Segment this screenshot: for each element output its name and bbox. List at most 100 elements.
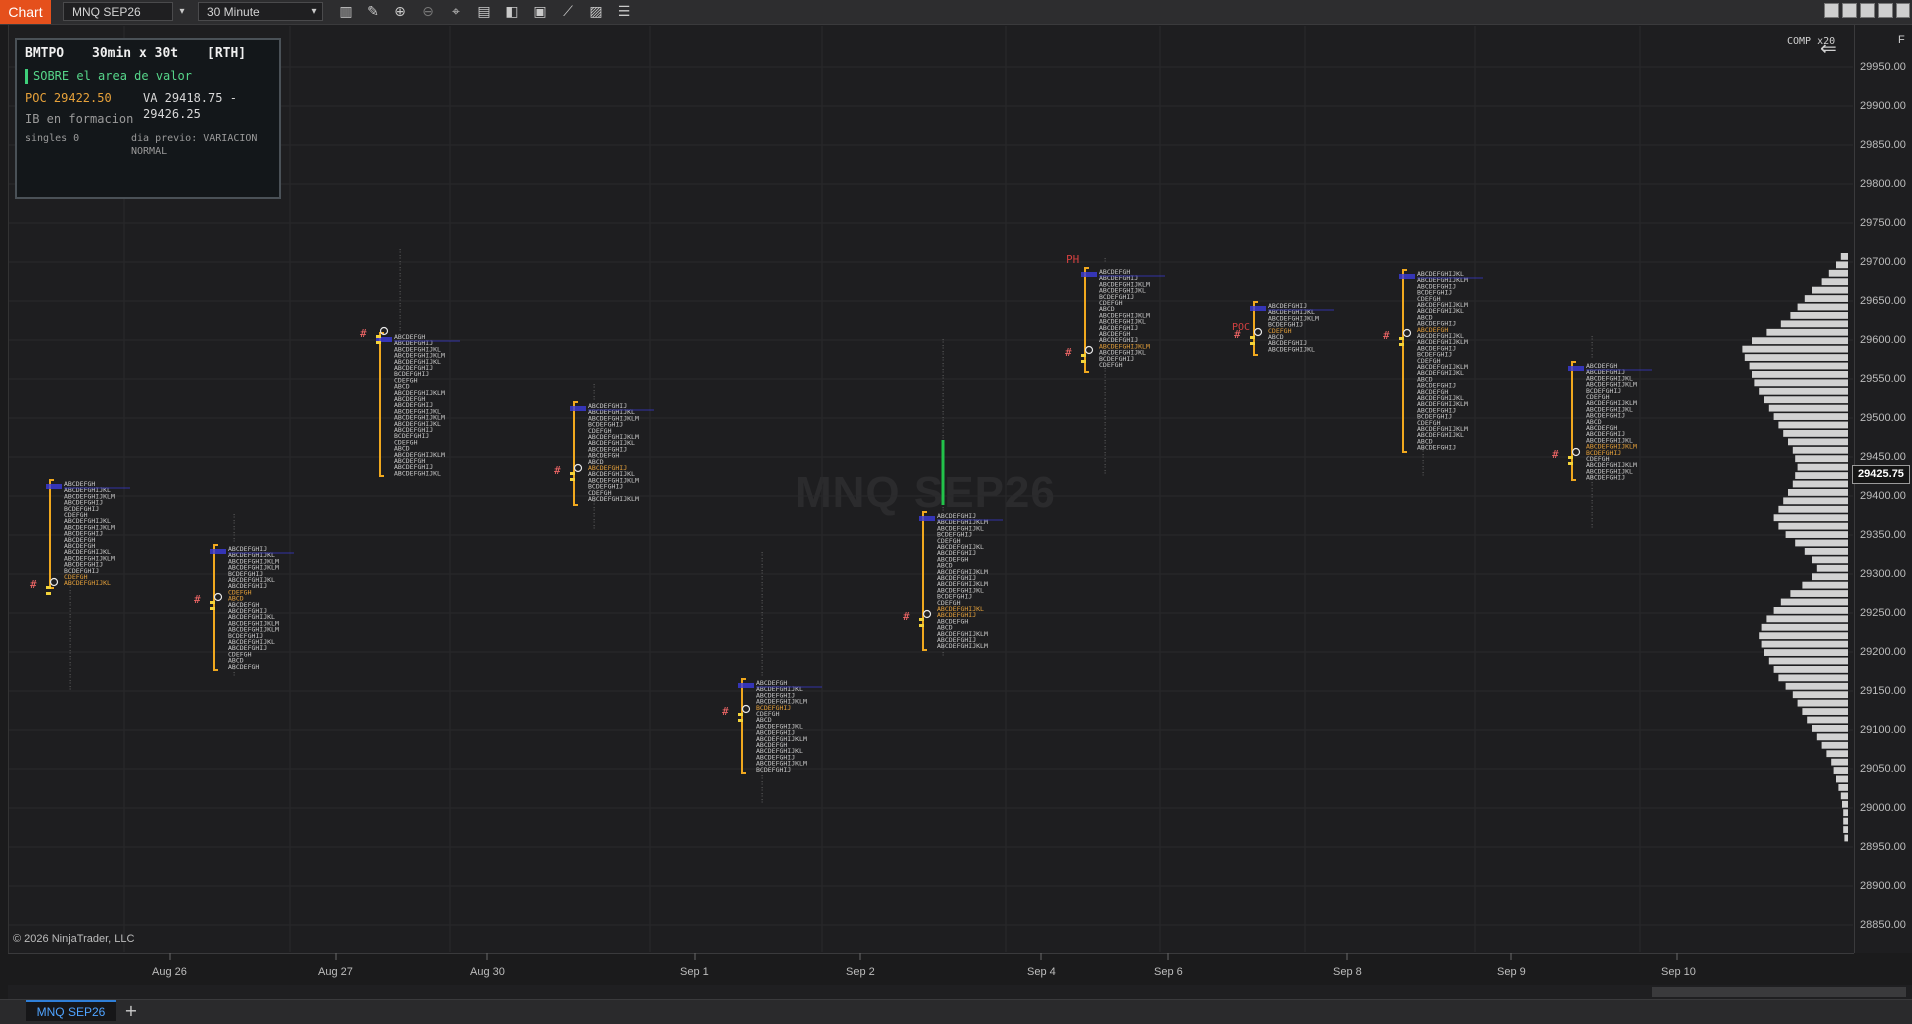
single-print-hash: #: [1065, 346, 1072, 359]
ib-tick-marker: [738, 719, 743, 722]
composite-volume-bar: [1752, 337, 1848, 345]
price-tick: 28950.00: [1860, 841, 1906, 853]
composite-volume-bar: [1790, 590, 1848, 597]
prior-high-label: PH: [1066, 253, 1079, 266]
composite-volume-bar: [1785, 682, 1848, 690]
tpo-tail-dot: ∶: [1103, 256, 1107, 264]
composite-volume-bar: [1773, 514, 1848, 522]
poc-circle-marker: [49, 577, 59, 587]
single-print-hash: #: [554, 464, 561, 477]
price-tick: 29600.00: [1860, 334, 1906, 346]
poc-circle-marker: [1253, 327, 1263, 337]
price-tick: 29250.00: [1860, 607, 1906, 619]
single-print-hash: #: [1383, 329, 1390, 342]
status-indicator-bar: [25, 69, 28, 84]
poc-circle-marker: [213, 592, 223, 602]
composite-volume-bar: [1836, 261, 1848, 269]
price-tick: 29100.00: [1860, 724, 1906, 736]
f-button[interactable]: F: [1898, 34, 1905, 46]
price-tick: 29450.00: [1860, 451, 1906, 463]
composite-volume-bar: [1766, 328, 1848, 336]
composite-volume-bar: [1821, 278, 1848, 286]
composite-volume-bar: [1764, 396, 1848, 404]
price-tick: 29000.00: [1860, 802, 1906, 814]
composite-volume-bar: [1843, 817, 1848, 825]
back-arrow-icon[interactable]: ⇐: [1820, 36, 1837, 60]
composite-volume-bar: [1812, 556, 1848, 564]
poc-circle-marker: [1402, 328, 1412, 338]
tpo-tail-dot: ∶: [398, 325, 402, 333]
info-va-line1: VA 29418.75 -: [143, 91, 237, 105]
date-tick: Sep 4: [1027, 966, 1056, 978]
tpo-tail-dot: ∶: [1103, 468, 1107, 476]
composite-volume-bar: [1812, 286, 1848, 294]
poc-label: POC: [1232, 322, 1250, 333]
composite-volume-bar: [1802, 581, 1848, 589]
tpo-letter-row: ABCDEFGHIJKL: [1268, 345, 1315, 353]
ib-tick-marker: [1081, 360, 1086, 363]
price-tick: 29400.00: [1860, 490, 1906, 502]
single-print-hash: #: [30, 578, 37, 591]
composite-volume-bar: [1768, 404, 1848, 412]
price-tick: 29350.00: [1860, 529, 1906, 541]
poc-circle-marker: [922, 609, 932, 619]
tpo-tail-dot: ∶: [760, 670, 764, 678]
blue-level-marker: [1568, 366, 1584, 371]
composite-volume-bar: [1744, 354, 1848, 361]
composite-volume-bar: [1742, 345, 1848, 353]
composite-volume-bar: [1768, 657, 1848, 665]
value-area-bracket: [1402, 269, 1407, 453]
ib-tick-marker: [1250, 342, 1255, 345]
composite-volume-bar: [1843, 809, 1848, 817]
date-tick: Sep 10: [1661, 966, 1696, 978]
tpo-letter-row: ABCDEFGHIJ: [1417, 444, 1456, 452]
price-tick: 29900.00: [1860, 100, 1906, 112]
composite-volume-bar: [1821, 741, 1848, 749]
date-tick: Aug 26: [152, 966, 187, 978]
composite-volume-bar: [1795, 539, 1848, 547]
tpo-tail-dot: ∶: [592, 523, 596, 531]
composite-volume-bar: [1838, 784, 1848, 791]
ib-tick-marker: [1399, 337, 1404, 340]
instrument-tab[interactable]: MNQ SEP26: [26, 1000, 116, 1021]
ib-tick-marker: [376, 341, 381, 344]
composite-volume-bar: [1783, 497, 1848, 505]
price-tick: 28850.00: [1860, 919, 1906, 931]
single-print-hash: #: [360, 327, 367, 340]
poc-circle-marker: [1571, 447, 1581, 457]
composite-volume-bar: [1840, 253, 1848, 260]
composite-volume-bar: [1785, 531, 1848, 538]
composite-volume-bar: [1826, 750, 1848, 758]
blue-level-marker: [46, 484, 62, 489]
ib-tick-marker: [1081, 354, 1086, 357]
date-tick: Aug 27: [318, 966, 353, 978]
tpo-tail-dot: ∶: [232, 536, 236, 544]
blue-level-marker: [210, 549, 226, 554]
info-status: SOBRE el area de valor: [33, 69, 192, 83]
ib-tick-marker: [1250, 336, 1255, 339]
price-tick: 29300.00: [1860, 568, 1906, 580]
horizontal-scrollbar[interactable]: [8, 985, 1912, 999]
price-tick: 29700.00: [1860, 256, 1906, 268]
info-session: [RTH]: [207, 46, 247, 61]
composite-volume-bar: [1833, 767, 1848, 774]
date-tick: Sep 6: [1154, 966, 1183, 978]
add-tab-button[interactable]: +: [120, 1000, 142, 1021]
composite-volume-bar: [1804, 548, 1848, 555]
price-tick: 29850.00: [1860, 139, 1906, 151]
composite-volume-bar: [1780, 598, 1848, 606]
ib-tick-marker: [210, 601, 215, 604]
date-tick: Sep 1: [680, 966, 709, 978]
price-tick: 28900.00: [1860, 880, 1906, 892]
tpo-letter-row: ABCDEFGHIJKLM: [588, 495, 639, 503]
info-va-line2: 29426.25: [143, 107, 201, 121]
scrollbar-thumb[interactable]: [1652, 987, 1906, 997]
poc-circle-marker: [1084, 345, 1094, 355]
tpo-tail-dot: ∶: [760, 797, 764, 805]
composite-volume-bar: [1773, 666, 1848, 673]
date-tick: Sep 8: [1333, 966, 1362, 978]
composite-volume-bar: [1766, 615, 1848, 623]
ib-tick-marker: [570, 478, 575, 481]
composite-volume-bar: [1795, 455, 1848, 463]
info-prev-line2: NORMAL: [131, 146, 168, 157]
